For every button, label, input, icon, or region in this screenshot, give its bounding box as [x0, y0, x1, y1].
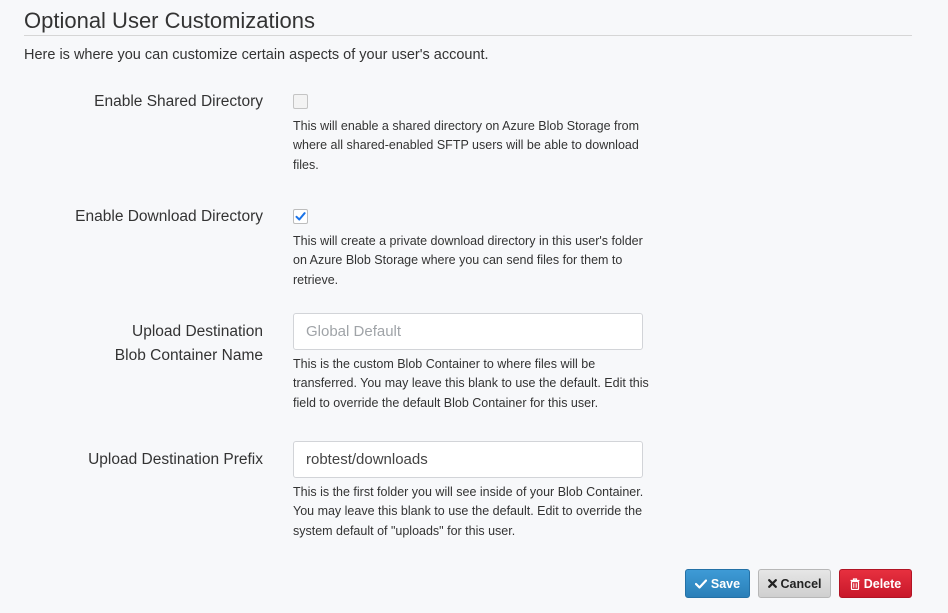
- upload-prefix-label: Upload Destination Prefix: [88, 451, 263, 468]
- download-directory-help: This will create a private download dire…: [293, 234, 643, 287]
- upload-prefix-help: This is the first folder you will see in…: [293, 485, 644, 538]
- upload-container-input[interactable]: [293, 313, 643, 350]
- upload-container-label: Upload Destination Blob Container Name: [115, 320, 263, 368]
- check-icon: [694, 578, 707, 589]
- checkmark-icon: [295, 212, 306, 221]
- save-button[interactable]: Save: [685, 569, 750, 598]
- delete-button[interactable]: Delete: [839, 569, 912, 598]
- cancel-button[interactable]: Cancel: [758, 569, 831, 598]
- save-label: Save: [710, 576, 741, 591]
- download-directory-checkbox[interactable]: [293, 209, 308, 224]
- download-directory-label: Enable Download Directory: [75, 208, 263, 225]
- times-icon: [767, 579, 777, 588]
- trash-icon: [850, 577, 860, 590]
- shared-directory-help: This will enable a shared directory on A…: [293, 119, 640, 172]
- upload-container-label-line1: Upload Destination: [132, 323, 263, 340]
- delete-label: Delete: [863, 576, 902, 591]
- shared-directory-label: Enable Shared Directory: [94, 93, 263, 110]
- intro-text: Here is where you can customize certain …: [24, 47, 489, 63]
- cancel-label: Cancel: [780, 576, 822, 591]
- section-title: Optional User Customizations: [24, 8, 316, 33]
- shared-directory-checkbox[interactable]: [293, 94, 308, 109]
- upload-container-help: This is the custom Blob Container to whe…: [293, 357, 649, 410]
- upload-container-label-line2: Blob Container Name: [114, 347, 263, 364]
- upload-prefix-input[interactable]: [293, 441, 643, 478]
- title-divider: [24, 35, 912, 36]
